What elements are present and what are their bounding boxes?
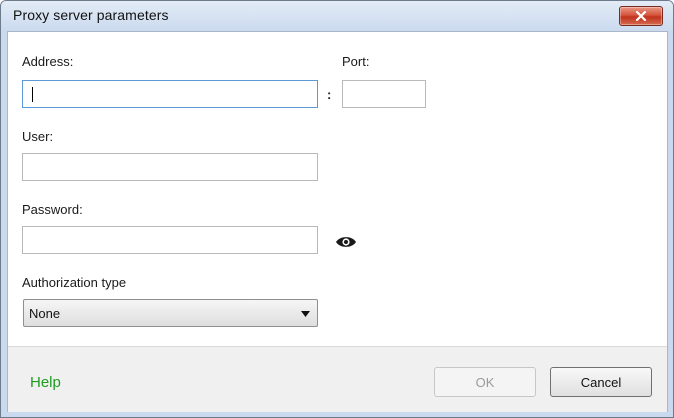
ok-button[interactable]: OK [434,367,536,397]
dialog-body: Address: : Port: User: Password: Authori… [7,31,668,412]
user-input[interactable] [22,153,318,181]
address-port-separator: : [327,87,332,102]
address-input[interactable] [22,80,318,108]
password-input[interactable] [22,226,318,254]
port-label: Port: [342,54,370,69]
eye-icon[interactable] [335,235,357,249]
help-link[interactable]: Help [30,374,61,391]
chevron-down-icon [301,311,310,317]
port-input[interactable] [342,80,426,108]
title-bar[interactable]: Proxy server parameters [1,1,673,31]
window-title: Proxy server parameters [13,7,169,23]
user-label: User: [22,129,54,144]
address-label: Address: [22,54,74,69]
dialog-footer: Help OK Cancel [8,346,667,412]
proxy-settings-dialog: Proxy server parameters Address: : Port:… [0,0,674,418]
close-icon [635,11,647,21]
text-caret [32,87,33,102]
auth-type-value: None [29,306,61,321]
password-label: Password: [22,202,83,217]
auth-type-label: Authorization type [22,275,127,290]
cancel-button[interactable]: Cancel [550,367,652,397]
auth-type-select[interactable]: None [23,299,318,327]
close-button[interactable] [619,6,663,26]
